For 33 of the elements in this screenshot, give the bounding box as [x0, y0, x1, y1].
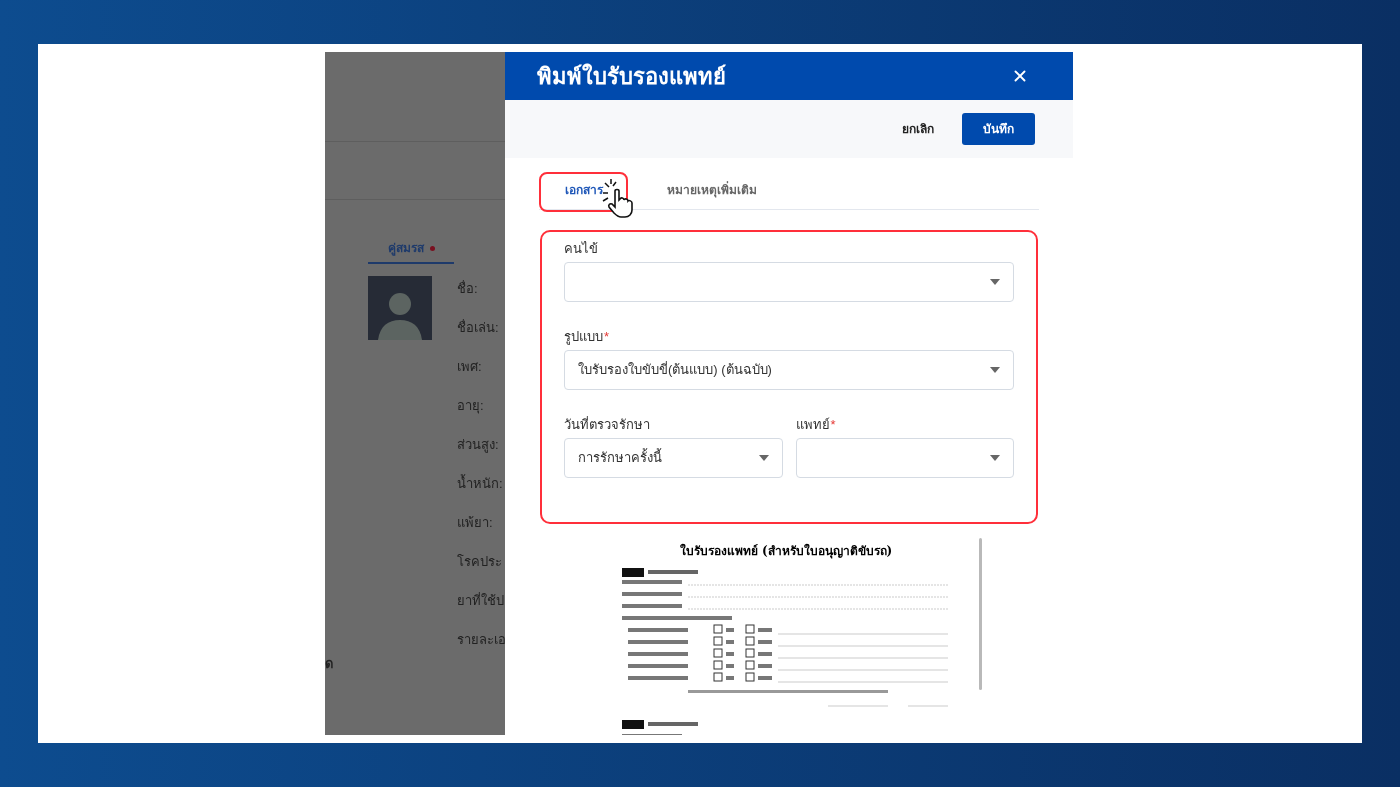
required-mark: * [830, 416, 836, 435]
field-label: แพทย์ [795, 416, 830, 435]
dropdown-field[interactable]: ใบรับรองใบขับขี่(ต้นแบบ) (ต้นฉบับ) [564, 350, 1014, 390]
caret-icon [990, 279, 1000, 285]
caret-icon [990, 455, 1000, 461]
field-label: วันที่ตรวจรักษา [564, 415, 650, 435]
profile-label: ชื่อ: [457, 279, 479, 297]
save-button[interactable]: บันทึก [962, 113, 1035, 145]
dropdown-field[interactable]: การรักษาครั้งนี้ [564, 438, 783, 478]
dropdown-field[interactable] [564, 262, 1014, 302]
tab[interactable]: เอกสาร [539, 171, 629, 209]
profile-label: แพ้ยา: [457, 514, 494, 531]
required-mark: * [604, 328, 610, 347]
profile-label: ชื่อเล่น: [457, 318, 500, 336]
caret-icon [758, 455, 769, 461]
scrollbar[interactable] [979, 538, 982, 690]
document-title: ใบรับรองแพทย์ (สำหรับใบอนุญาติขับรถ) [679, 542, 893, 560]
dialog-title: พิมพ์ใบรับรองแพทย์ [537, 62, 726, 91]
profile-label: ยาที่ใช้ป [457, 591, 505, 609]
cancel-button[interactable]: ยกเลิก [902, 120, 934, 138]
caret-icon [990, 367, 1000, 373]
profile-label: ส่วนสูง: [457, 436, 500, 453]
profile-label: อายุ: [457, 397, 485, 414]
profile-label: น้ำหนัก: [457, 474, 504, 492]
field-label: คนไข้ [564, 240, 598, 259]
profile-label: รายละเอ [457, 631, 506, 648]
profile-label: โรคประ [457, 553, 503, 570]
tab[interactable]: หมายเหตุเพิ่มเติม [641, 171, 783, 209]
profile-label: เพศ: [457, 358, 483, 375]
dropdown-field[interactable] [795, 438, 1014, 478]
avatar-silhouette [368, 276, 432, 340]
cut-text: ด [325, 655, 333, 673]
field-label: รูปแบบ [564, 328, 603, 347]
